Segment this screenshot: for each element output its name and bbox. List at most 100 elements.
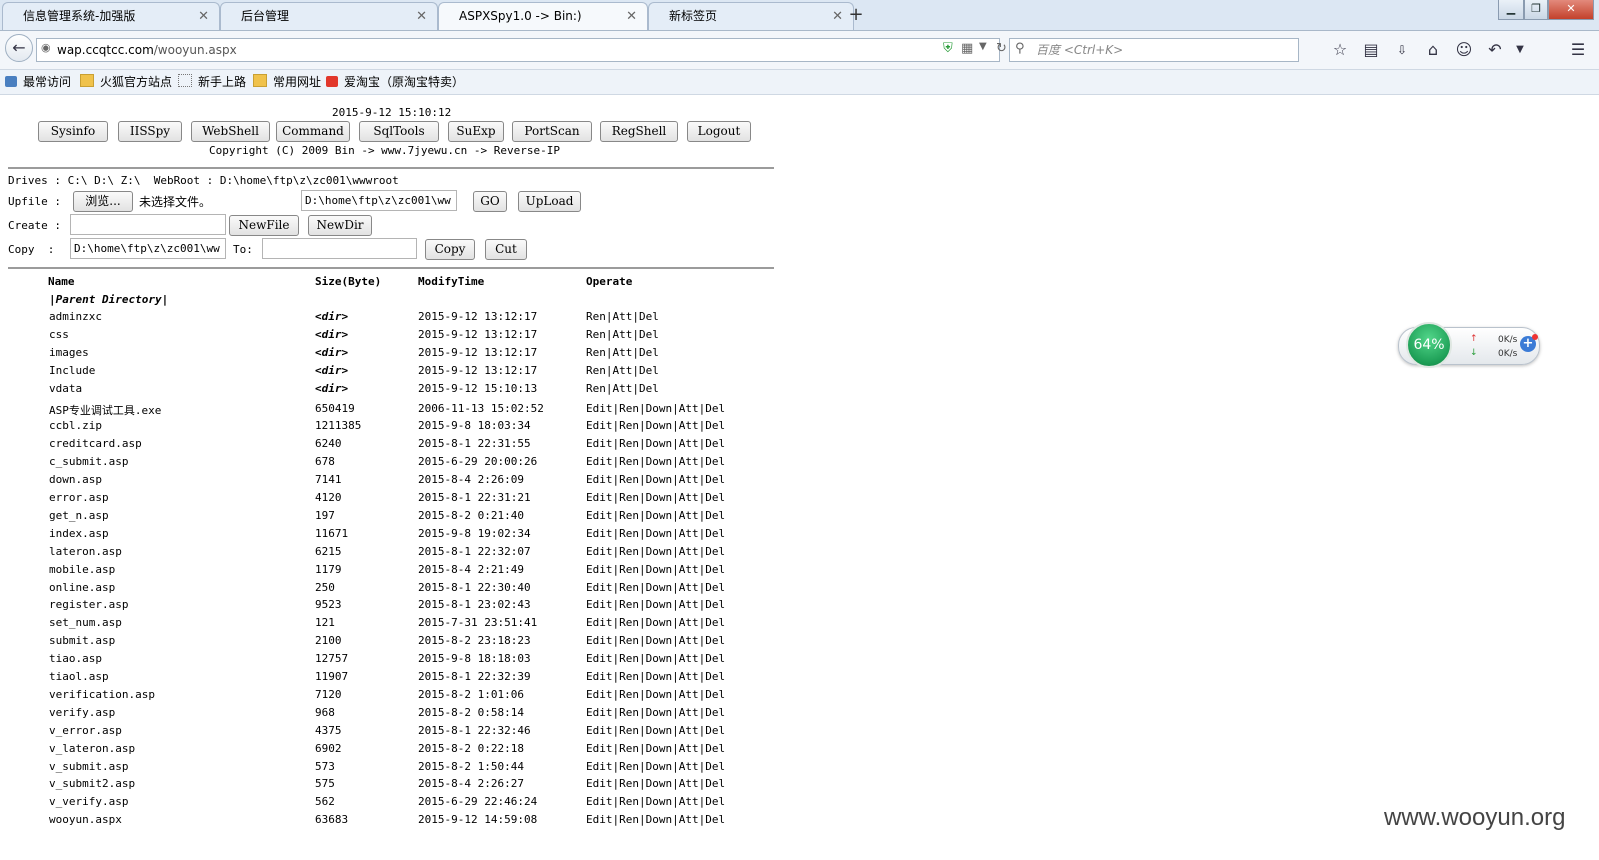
file-name-link[interactable]: mobile.asp: [49, 563, 115, 576]
file-name-link[interactable]: adminzxc: [49, 310, 102, 323]
file-operations[interactable]: Edit|Ren|Down|Att|Del: [586, 616, 725, 629]
create-input[interactable]: [70, 214, 226, 235]
file-name-link[interactable]: Include: [49, 364, 95, 377]
file-operations[interactable]: Edit|Ren|Down|Att|Del: [586, 473, 725, 486]
portscan-button[interactable]: PortScan: [512, 121, 592, 142]
file-name-link[interactable]: c_submit.asp: [49, 455, 128, 468]
bookmark-common-sites[interactable]: 常用网址: [253, 74, 321, 90]
file-operations[interactable]: Edit|Ren|Down|Att|Del: [586, 706, 725, 719]
regshell-button[interactable]: RegShell: [600, 121, 678, 142]
file-operations[interactable]: Edit|Ren|Down|Att|Del: [586, 777, 725, 790]
file-name-link[interactable]: verification.asp: [49, 688, 155, 701]
file-name-link[interactable]: submit.asp: [49, 634, 115, 647]
undo-icon[interactable]: ↶: [1485, 40, 1505, 60]
file-operations[interactable]: Ren|Att|Del: [586, 328, 659, 341]
file-operations[interactable]: Edit|Ren|Down|Att|Del: [586, 455, 725, 468]
file-operations[interactable]: Edit|Ren|Down|Att|Del: [586, 563, 725, 576]
memory-usage-ball[interactable]: 64%: [1406, 322, 1452, 368]
file-operations[interactable]: Edit|Ren|Down|Att|Del: [586, 509, 725, 522]
upload-button[interactable]: UpLoad: [518, 191, 581, 212]
file-operations[interactable]: Edit|Ren|Down|Att|Del: [586, 402, 725, 415]
file-operations[interactable]: Edit|Ren|Down|Att|Del: [586, 724, 725, 737]
file-name-link[interactable]: v_submit2.asp: [49, 777, 135, 790]
file-name-link[interactable]: ASP专业调试工具.exe: [49, 402, 161, 418]
file-name-link[interactable]: v_error.asp: [49, 724, 122, 737]
file-name-link[interactable]: set_num.asp: [49, 616, 122, 629]
file-operations[interactable]: Edit|Ren|Down|Att|Del: [586, 545, 725, 558]
file-operations[interactable]: Ren|Att|Del: [586, 310, 659, 323]
tab-admin[interactable]: 后台管理 ✕: [220, 2, 438, 30]
maximize-icon[interactable]: ❐: [1524, 0, 1548, 20]
file-operations[interactable]: Edit|Ren|Down|Att|Del: [586, 795, 725, 808]
file-operations[interactable]: Edit|Ren|Down|Att|Del: [586, 437, 725, 450]
file-name-link[interactable]: creditcard.asp: [49, 437, 142, 450]
file-name-link[interactable]: v_verify.asp: [49, 795, 128, 808]
chat-icon[interactable]: ☺: [1454, 40, 1474, 60]
close-icon[interactable]: ✕: [416, 3, 427, 30]
dropdown-icon[interactable]: ▼: [979, 41, 987, 52]
copy-button[interactable]: Copy: [425, 239, 475, 260]
back-arrow-icon[interactable]: ←: [5, 34, 33, 62]
close-icon[interactable]: ✕: [832, 3, 843, 30]
copy-source-input[interactable]: D:\home\ftp\z\zc001\ww: [70, 238, 226, 259]
file-operations[interactable]: Edit|Ren|Down|Att|Del: [586, 634, 725, 647]
browse-button[interactable]: 浏览...: [73, 191, 133, 212]
file-operations[interactable]: Edit|Ren|Down|Att|Del: [586, 652, 725, 665]
file-operations[interactable]: Edit|Ren|Down|Att|Del: [586, 760, 725, 773]
search-input[interactable]: 百度 <Ctrl+K>: [1009, 38, 1299, 62]
file-name-link[interactable]: vdata: [49, 382, 82, 395]
file-name-link[interactable]: wooyun.aspx: [49, 813, 122, 826]
tab-info-system[interactable]: 信息管理系统-加强版 ✕: [2, 2, 220, 30]
reading-list-icon[interactable]: ▤: [1361, 40, 1381, 60]
file-name-link[interactable]: v_lateron.asp: [49, 742, 135, 755]
minimize-icon[interactable]: ▁: [1498, 0, 1524, 20]
file-name-link[interactable]: css: [49, 328, 69, 341]
download-icon[interactable]: ⇩: [1392, 40, 1412, 60]
file-operations[interactable]: Ren|Att|Del: [586, 364, 659, 377]
iisspy-button[interactable]: IISSpy: [118, 121, 182, 142]
file-operations[interactable]: Ren|Att|Del: [586, 382, 659, 395]
file-name-link[interactable]: error.asp: [49, 491, 109, 504]
file-name-link[interactable]: verify.asp: [49, 706, 115, 719]
bookmark-most-visited[interactable]: 最常访问: [5, 74, 71, 90]
file-name-link[interactable]: get_n.asp: [49, 509, 109, 522]
url-bar[interactable]: wap.ccqtcc.com/wooyun.aspx: [36, 38, 1000, 62]
file-operations[interactable]: Edit|Ren|Down|Att|Del: [586, 581, 725, 594]
sysinfo-button[interactable]: Sysinfo: [38, 121, 108, 142]
shield-icon[interactable]: ⛨: [943, 41, 953, 56]
file-name-link[interactable]: lateron.asp: [49, 545, 122, 558]
logout-button[interactable]: Logout: [687, 121, 751, 142]
file-name-link[interactable]: ccbl.zip: [49, 419, 102, 432]
file-operations[interactable]: Edit|Ren|Down|Att|Del: [586, 491, 725, 504]
file-operations[interactable]: Edit|Ren|Down|Att|Del: [586, 598, 725, 611]
parent-directory-link[interactable]: |Parent Directory|: [49, 293, 168, 306]
tab-aspxspy[interactable]: ASPXSpy1.0 -> Bin:) ✕: [438, 2, 648, 30]
cut-button[interactable]: Cut: [485, 239, 527, 260]
tab-new[interactable]: 新标签页 ✕: [648, 2, 854, 30]
copy-destination-input[interactable]: [262, 238, 417, 259]
new-tab-icon[interactable]: +: [846, 4, 866, 26]
hamburger-menu-icon[interactable]: ☰: [1568, 40, 1588, 60]
command-button[interactable]: Command: [276, 121, 350, 142]
file-name-link[interactable]: index.asp: [49, 527, 109, 540]
file-operations[interactable]: Edit|Ren|Down|Att|Del: [586, 419, 725, 432]
close-icon[interactable]: ✕: [198, 3, 209, 30]
file-name-link[interactable]: images: [49, 346, 89, 359]
file-operations[interactable]: Edit|Ren|Down|Att|Del: [586, 688, 725, 701]
menu-dropdown-icon[interactable]: ▼: [1510, 40, 1530, 60]
bookmark-aitaobao[interactable]: 爱淘宝（原淘宝特卖）: [326, 74, 464, 90]
file-operations[interactable]: Ren|Att|Del: [586, 346, 659, 359]
go-button[interactable]: GO: [473, 191, 507, 212]
file-operations[interactable]: Edit|Ren|Down|Att|Del: [586, 813, 725, 826]
file-name-link[interactable]: down.asp: [49, 473, 102, 486]
file-operations[interactable]: Edit|Ren|Down|Att|Del: [586, 670, 725, 683]
newdir-button[interactable]: NewDir: [308, 215, 372, 236]
file-name-link[interactable]: online.asp: [49, 581, 115, 594]
sqltools-button[interactable]: SqlTools: [359, 121, 439, 142]
reload-icon[interactable]: ↻: [996, 41, 1007, 56]
file-name-link[interactable]: tiaol.asp: [49, 670, 109, 683]
file-name-link[interactable]: register.asp: [49, 598, 128, 611]
file-name-link[interactable]: v_submit.asp: [49, 760, 128, 773]
bookmark-star-icon[interactable]: ☆: [1330, 40, 1350, 60]
window-close-icon[interactable]: ✕: [1548, 0, 1594, 20]
